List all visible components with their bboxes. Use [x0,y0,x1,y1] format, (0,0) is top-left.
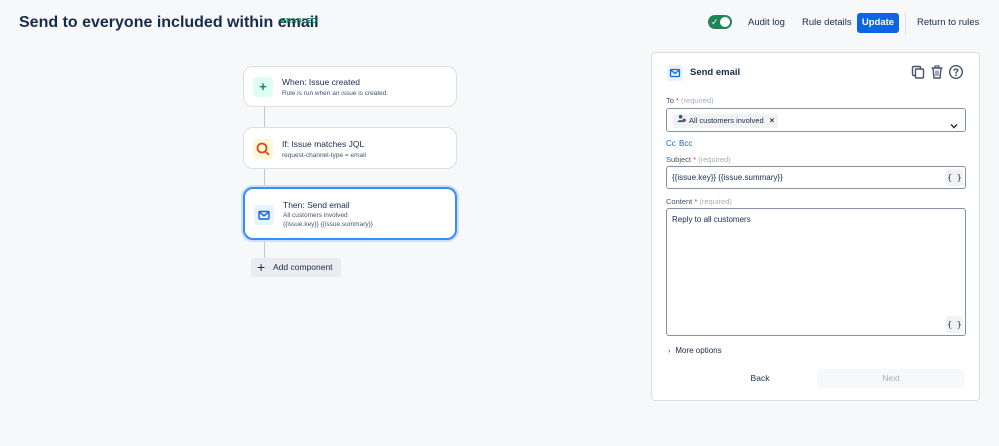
condition-subtitle: request-channel-type = email [282,152,367,159]
to-select[interactable]: All customers involved × [666,108,966,132]
trigger-subtitle: Rule is run when an issue is created. [282,90,389,97]
required-mark: * [693,155,697,164]
subject-value: {{issue.key}} {{issue.summary}} [672,173,783,182]
subject-label-text: Subject [666,155,692,164]
required-mark: * [676,96,679,105]
send-email-panel: Send email To * (required) All customers… [651,52,980,401]
subject-input[interactable]: {{issue.key}} {{issue.summary}} { } [666,166,966,189]
rule-details-button[interactable]: Rule details [802,13,852,33]
search-icon [253,139,273,159]
trigger-card[interactable]: + When: Issue created Rule is run when a… [243,66,457,107]
smart-value-button[interactable]: { } [946,316,963,333]
more-options-toggle[interactable]: › More options [668,346,722,355]
chevron-down-icon [950,117,958,129]
help-icon[interactable] [948,64,964,80]
action-card[interactable]: Then: Send email All customers involved … [243,187,457,240]
plus-icon: + [253,77,273,97]
subject-label: Subject * (required) [666,155,731,164]
back-button[interactable]: Back [712,369,808,388]
recipient-chip: All customers involved × [673,114,779,128]
action-subject: {{issue.key}} {{issue.summary}} [283,221,373,228]
content-label-text: Content [666,197,693,206]
bcc-link[interactable]: Bcc [679,139,692,148]
flow-connector [264,169,265,187]
condition-card[interactable]: If: Issue matches JQL request-channel-ty… [243,127,457,169]
smart-value-button[interactable]: { } [946,169,963,186]
next-button[interactable]: Next [817,369,965,388]
trash-icon[interactable] [929,64,945,80]
content-label: Content * (required) [666,197,732,206]
toggle-knob [720,17,730,27]
plus-icon: + [257,259,266,275]
recipient-chip-label: All customers involved [689,116,764,125]
header-divider [905,12,906,34]
action-title: Then: Send email [283,200,350,210]
status-badge: ENABLED [281,18,317,25]
required-hint: (required) [699,197,732,206]
page-title: Send to everyone included within email [19,14,319,31]
flow-connector [264,240,265,258]
customers-icon [677,114,686,128]
mail-icon [254,205,274,225]
required-mark: * [694,197,698,206]
add-component-button[interactable]: + Add component [251,258,341,277]
check-icon: ✓ [711,17,719,27]
audit-log-button[interactable]: Audit log [748,13,785,33]
content-textarea[interactable]: Reply to all customers { } [666,208,966,336]
to-label-text: To [666,96,674,105]
panel-title: Send email [690,67,741,78]
mail-icon [667,65,683,81]
chevron-right-icon: › [668,348,671,355]
required-hint: (required) [681,96,714,105]
update-button[interactable]: Update [857,13,899,33]
required-hint: (required) [698,155,731,164]
remove-chip-icon[interactable]: × [770,116,775,125]
action-recipients: All customers involved [283,212,348,219]
add-component-label: Add component [273,262,333,272]
flow-connector [264,107,265,127]
cc-link[interactable]: Cc [666,139,676,148]
content-value: Reply to all customers [672,215,751,224]
rule-enabled-toggle[interactable]: ✓ [708,15,732,29]
more-options-label: More options [675,346,722,355]
condition-title: If: Issue matches JQL [282,139,365,149]
header: Send to everyone included within email E… [0,0,999,46]
to-label: To * (required) [666,96,714,105]
return-to-rules-button[interactable]: Return to rules [917,13,979,33]
trigger-title: When: Issue created [282,77,360,87]
duplicate-icon[interactable] [910,64,926,80]
